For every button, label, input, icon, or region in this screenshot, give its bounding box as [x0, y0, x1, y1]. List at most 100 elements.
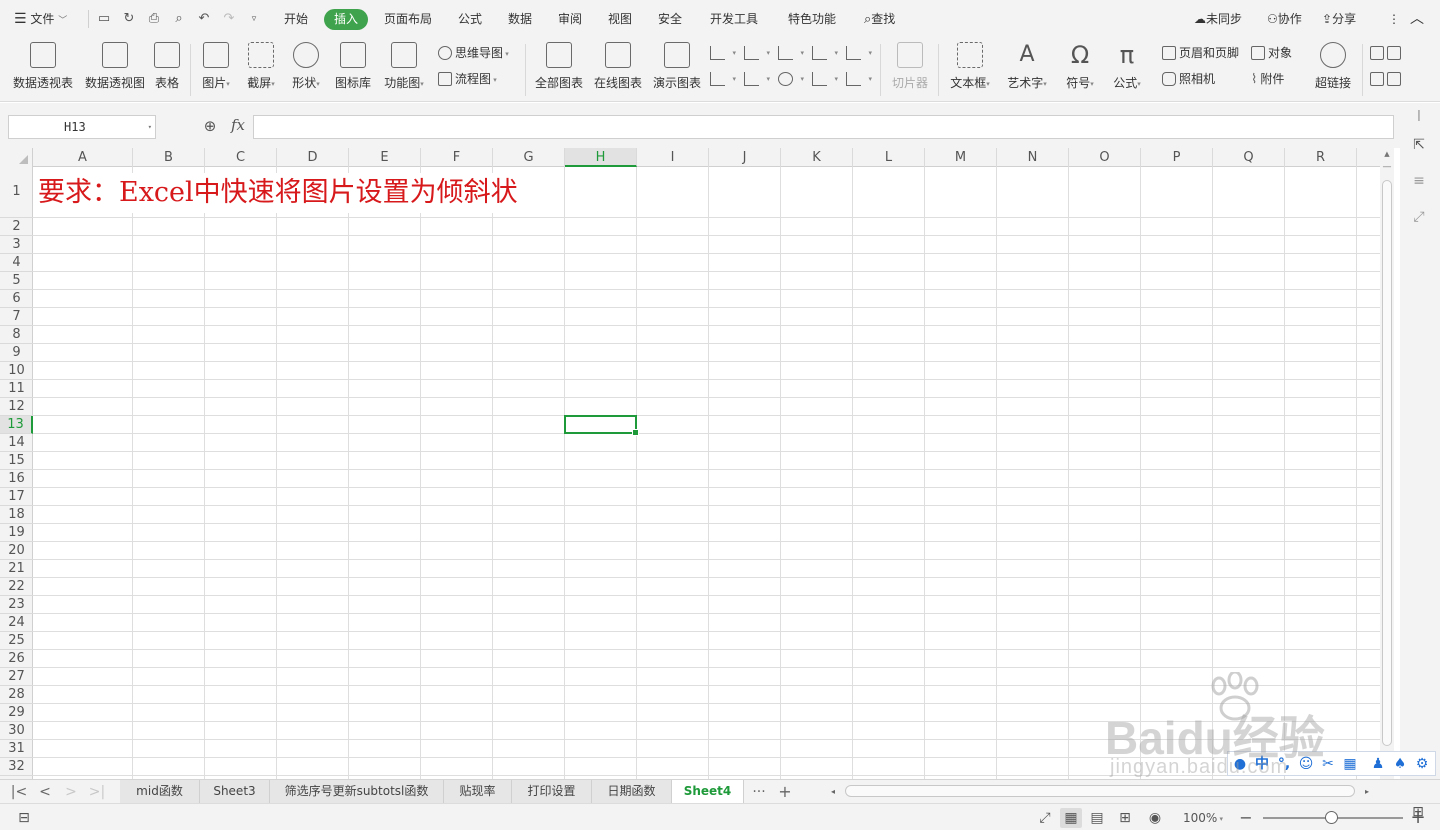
tab-data[interactable]: 数据 [508, 0, 532, 38]
row-header-8[interactable]: 8 [0, 326, 33, 344]
radar-chart-button[interactable]: ▾ [812, 44, 838, 62]
customize-toolbar-icon[interactable]: ▿ [245, 10, 263, 28]
more-insert-icon[interactable] [1370, 44, 1404, 62]
row-header-24[interactable]: 24 [0, 614, 33, 632]
row-header-3[interactable]: 3 [0, 236, 33, 254]
name-box[interactable]: H13 ▾ [8, 115, 156, 139]
cell-area[interactable]: 要求：Excel中快速将图片设置为倾斜状 [33, 167, 1380, 779]
column-header-o[interactable]: O [1069, 148, 1141, 167]
row-header-2[interactable]: 2 [0, 218, 33, 236]
text-box-button[interactable]: 文本框▾ [946, 40, 994, 96]
picture-button[interactable]: 图片▾ [198, 40, 234, 96]
sync-status[interactable]: ☁未同步 [1194, 0, 1242, 38]
area-chart-button[interactable]: ▾ [846, 44, 872, 62]
row-header-31[interactable]: 31 [0, 740, 33, 758]
stock-chart-button[interactable]: ▾ [710, 70, 736, 88]
print-preview-icon[interactable]: ⌕ [170, 10, 188, 28]
mind-map-button[interactable]: 思维导图 ▾ [438, 44, 509, 62]
row-header-27[interactable]: 27 [0, 668, 33, 686]
row-header-32[interactable]: 32 [0, 758, 33, 776]
tab-security[interactable]: 安全 [658, 0, 682, 38]
ime-lang-toggle[interactable]: 中 [1252, 754, 1272, 774]
column-header-n[interactable]: N [997, 148, 1069, 167]
header-footer-button[interactable]: 页眉和页脚 [1162, 44, 1239, 62]
row-header-12[interactable]: 12 [0, 398, 33, 416]
first-sheet-icon[interactable]: |< [10, 782, 28, 802]
sheet-tab-active[interactable]: Sheet4 [672, 780, 744, 803]
sheet-tab[interactable]: 日期函数 [592, 780, 672, 803]
row-header-26[interactable]: 26 [0, 650, 33, 668]
column-header-m[interactable]: M [925, 148, 997, 167]
column-chart-button[interactable]: ▾ [710, 44, 736, 62]
row-header-19[interactable]: 19 [0, 524, 33, 542]
all-charts-button[interactable]: 全部图表 [534, 40, 584, 96]
combo-chart-button[interactable]: ▾ [744, 70, 770, 88]
row-header-22[interactable]: 22 [0, 578, 33, 596]
panel-arrow-icon[interactable]: ⅼ [1410, 109, 1428, 127]
pie-chart-button[interactable]: ▾ [778, 70, 804, 88]
row-header-20[interactable]: 20 [0, 542, 33, 560]
attachment-button[interactable]: ⌇ 附件 [1251, 70, 1284, 88]
row-header-11[interactable]: 11 [0, 380, 33, 398]
cell-a1[interactable]: 要求：Excel中快速将图片设置为倾斜状 [38, 173, 522, 213]
zoom-slider-knob[interactable] [1325, 811, 1338, 824]
row-header-4[interactable]: 4 [0, 254, 33, 272]
sheet-tab[interactable]: Sheet3 [200, 780, 270, 803]
more-insert-icon-2[interactable] [1370, 70, 1404, 88]
flow-chart-button[interactable]: 流程图 ▾ [438, 70, 497, 88]
function-chart-button[interactable]: 功能图▾ [381, 40, 427, 96]
row-header-23[interactable]: 23 [0, 596, 33, 614]
row-header-7[interactable]: 7 [0, 308, 33, 326]
transform-icon[interactable]: ⤢ [1410, 209, 1428, 227]
tab-insert[interactable]: 插入 [324, 9, 369, 30]
vertical-scroll-thumb[interactable] [1382, 180, 1392, 746]
tab-formulas[interactable]: 公式 [458, 0, 482, 38]
column-header-e[interactable]: E [349, 148, 421, 167]
add-sheet-button[interactable]: + [776, 782, 794, 802]
row-header-29[interactable]: 29 [0, 704, 33, 722]
formula-input[interactable] [253, 115, 1394, 139]
share-button[interactable]: ⇪分享 [1322, 0, 1356, 38]
table-button[interactable]: 表格 [151, 40, 183, 96]
undo-icon[interactable]: ↶ [195, 10, 213, 28]
properties-icon[interactable]: ≡ [1410, 173, 1428, 191]
screenshot-button[interactable]: 截屏▾ [243, 40, 279, 96]
word-art-button[interactable]: A 艺术字▾ [1003, 40, 1051, 96]
bar-chart-button[interactable]: ▾ [744, 44, 770, 62]
column-header-i[interactable]: I [637, 148, 709, 167]
file-menu[interactable]: ☰ 文件 ﹀ [14, 0, 67, 38]
skin-icon[interactable]: ♠ [1390, 754, 1410, 774]
row-header-14[interactable]: 14 [0, 434, 33, 452]
scroll-left-icon[interactable]: ◂ [824, 782, 842, 802]
scroll-up-icon[interactable]: ▲ [1380, 150, 1394, 158]
sheet-tab[interactable]: 贴现率 [444, 780, 512, 803]
pivot-table-button[interactable]: 数据透视表 [10, 40, 76, 96]
cursor-select-icon[interactable]: ⇱ [1410, 137, 1428, 155]
keyboard-icon[interactable]: ▦ [1340, 754, 1360, 774]
tab-home[interactable]: 开始 [284, 0, 308, 38]
settings-icon[interactable]: ⚙ [1412, 754, 1432, 774]
column-header-l[interactable]: L [853, 148, 925, 167]
more-sheets-icon[interactable]: ··· [750, 782, 768, 802]
row-header-5[interactable]: 5 [0, 272, 33, 290]
row-header-13[interactable]: 13 [0, 416, 33, 434]
grid-apps-icon[interactable]: ⊞ [1408, 804, 1428, 824]
column-header-p[interactable]: P [1141, 148, 1213, 167]
tab-view[interactable]: 视图 [608, 0, 632, 38]
column-header-h[interactable]: H [565, 148, 637, 167]
collapse-ribbon-icon[interactable]: ︿ [1410, 0, 1424, 38]
scissors-icon[interactable]: ✂ [1318, 754, 1338, 774]
search-button[interactable]: ⌕查找 [864, 0, 895, 38]
sheet-tab[interactable]: mid函数 [120, 780, 200, 803]
column-header-f[interactable]: F [421, 148, 493, 167]
fx-button[interactable]: fx [228, 116, 248, 136]
line-chart-button[interactable]: ▾ [778, 44, 804, 62]
last-sheet-icon[interactable]: >| [88, 782, 106, 802]
scroll-right-icon[interactable]: ▸ [1358, 782, 1376, 802]
scatter-chart-button[interactable]: ▾ [812, 70, 838, 88]
online-charts-button[interactable]: 在线图表 [593, 40, 643, 96]
collaborate-button[interactable]: ⚇协作 [1267, 0, 1302, 38]
redo-icon[interactable]: ↷ [220, 10, 238, 28]
column-header-r[interactable]: R [1285, 148, 1357, 167]
demo-charts-button[interactable]: 演示图表 [652, 40, 702, 96]
